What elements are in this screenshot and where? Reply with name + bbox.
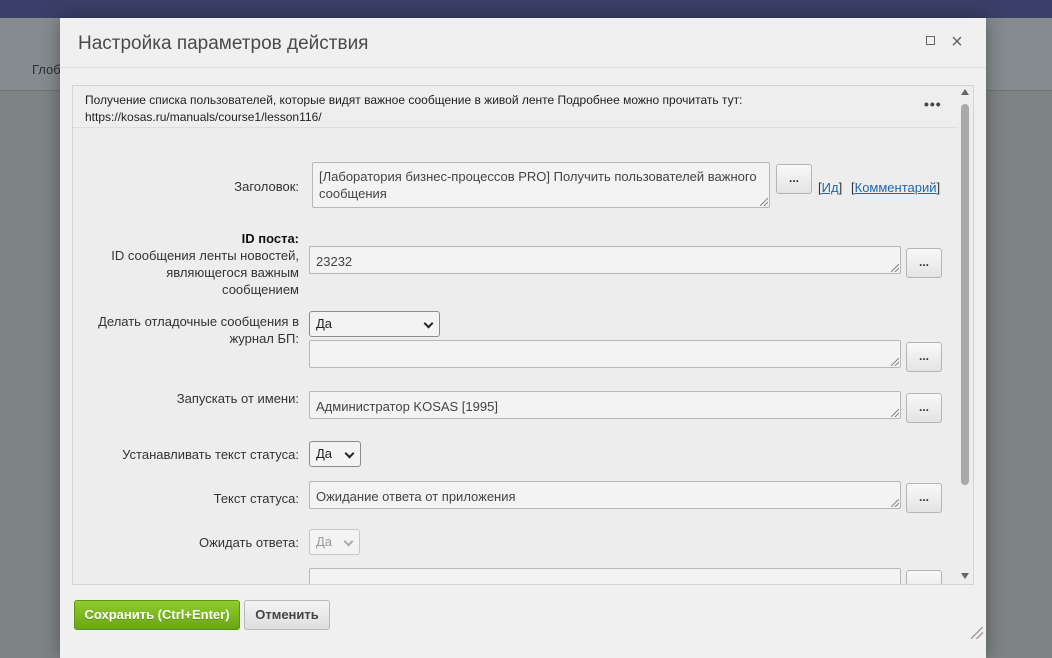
status-text-label: Текст статуса:	[213, 491, 299, 506]
chevron-down-icon	[344, 448, 355, 459]
action-description: Получение списка пользователей, которые …	[73, 86, 958, 128]
status-text-select-button[interactable]: ...	[906, 483, 942, 513]
chevron-down-icon	[343, 536, 354, 547]
set-status-select-value: Да	[316, 446, 333, 461]
next-input[interactable]	[309, 568, 901, 584]
comment-link-wrapper: [Комментарий]	[851, 180, 941, 195]
debug-select[interactable]: Да	[309, 311, 440, 337]
post-id-desc-1: ID сообщения ленты новостей,	[111, 248, 299, 263]
set-status-label: Устанавливать текст статуса:	[122, 447, 299, 462]
dialog-content: Получение списка пользователей, которые …	[72, 85, 974, 585]
debug-input[interactable]	[309, 340, 901, 368]
post-id-title: ID поста:	[241, 231, 299, 246]
dialog-header: Настройка параметров действия ×	[60, 18, 986, 68]
id-link-wrapper: [Ид]	[818, 180, 843, 195]
dialog-resize-grip-icon[interactable]	[971, 627, 983, 639]
comment-link[interactable]: Комментарий	[855, 180, 937, 195]
scroll-down-icon[interactable]	[961, 573, 969, 579]
post-id-desc-2: являющегося важным	[166, 265, 299, 280]
post-id-desc-3: сообщением	[222, 282, 299, 297]
debug-label-2: журнал БП:	[229, 331, 299, 346]
resize-grip-icon[interactable]	[760, 198, 768, 206]
resize-grip-icon[interactable]	[891, 499, 899, 507]
scrollbar[interactable]	[957, 86, 973, 584]
status-text-value: Ожидание ответа от приложения	[316, 489, 516, 504]
app-nav-item[interactable]: Глоб	[32, 62, 61, 77]
post-id-value: 23232	[316, 254, 353, 269]
post-id-select-button[interactable]: ...	[906, 248, 942, 278]
close-icon[interactable]: ×	[947, 32, 967, 52]
title-value-line-1: [Лаборатория бизнес-процессов PRO] Получ…	[319, 169, 757, 184]
run-as-value: Администратор KOSAS [1995]	[316, 399, 498, 414]
more-options-icon[interactable]: •••	[924, 96, 942, 112]
app-topbar	[0, 0, 1052, 18]
debug-select-button[interactable]: ...	[906, 342, 942, 372]
scroll-thumb[interactable]	[961, 104, 969, 485]
resize-grip-icon[interactable]	[891, 264, 899, 272]
maximize-icon[interactable]	[920, 32, 940, 52]
scroll-up-icon[interactable]	[961, 89, 969, 95]
status-text-input[interactable]: Ожидание ответа от приложения	[309, 481, 901, 509]
title-select-button[interactable]: ...	[776, 164, 812, 194]
description-url: https://kosas.ru/manuals/course1/lesson1…	[85, 110, 322, 124]
set-status-select[interactable]: Да	[309, 441, 361, 467]
title-label: Заголовок:	[234, 179, 299, 194]
post-id-input[interactable]: 23232	[309, 246, 901, 274]
description-text: Получение списка пользователей, которые …	[85, 93, 743, 107]
debug-label-1: Делать отладочные сообщения в	[98, 314, 299, 329]
post-id-label: ID поста: ID сообщения ленты новостей, я…	[93, 230, 299, 298]
debug-label: Делать отладочные сообщения в журнал БП:	[93, 313, 299, 347]
resize-grip-icon[interactable]	[891, 409, 899, 417]
cancel-button[interactable]: Отменить	[244, 600, 330, 630]
chevron-down-icon	[423, 318, 434, 329]
title-field[interactable]: [Лаборатория бизнес-процессов PRO] Получ…	[312, 162, 770, 208]
dialog-title: Настройка параметров действия	[78, 33, 369, 54]
next-select-button[interactable]	[906, 570, 942, 584]
title-value-line-2: сообщения	[319, 186, 387, 201]
settings-dialog: Настройка параметров действия × Получени…	[60, 18, 986, 658]
wait-label: Ожидать ответа:	[198, 535, 299, 550]
id-link[interactable]: Ид	[822, 180, 839, 195]
run-as-input[interactable]: Администратор KOSAS [1995]	[309, 391, 901, 419]
save-button[interactable]: Сохранить (Ctrl+Enter)	[74, 600, 240, 630]
wait-select-value: Да	[316, 534, 333, 549]
resize-grip-icon[interactable]	[891, 358, 899, 366]
run-as-select-button[interactable]: ...	[906, 393, 942, 423]
run-as-label: Запускать от имени:	[176, 391, 299, 406]
debug-select-value: Да	[316, 316, 333, 331]
wait-select[interactable]: Да	[309, 529, 360, 555]
